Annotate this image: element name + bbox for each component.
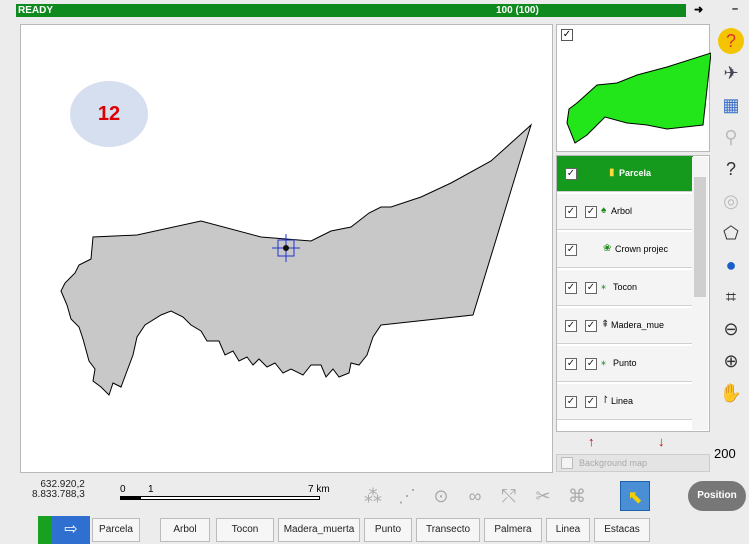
overview-checkbox[interactable]: ✓ <box>561 29 573 41</box>
scale-display: 200 <box>714 446 736 461</box>
layer-active-checkbox[interactable]: ✓ <box>585 358 597 370</box>
identify-icon[interactable]: ? <box>718 156 744 182</box>
tab-tocon[interactable]: Tocon <box>216 518 274 542</box>
layer-visible-checkbox[interactable]: ✓ <box>565 282 577 294</box>
tab-punto[interactable]: Punto <box>364 518 412 542</box>
overview-svg <box>566 52 711 144</box>
pin-icon[interactable]: ⚲ <box>718 124 744 150</box>
polygon-icon[interactable]: ⬠ <box>718 220 744 246</box>
layer-item-tocon[interactable]: ✓ ✓ ⁎ Tocon <box>557 270 693 306</box>
deadwood-icon: ⇞ <box>601 319 610 330</box>
overview-polygon <box>566 52 711 144</box>
move-layer-up-icon[interactable]: ↑ <box>588 434 595 449</box>
tab-madera-muerta[interactable]: Madera_muerta <box>278 518 360 542</box>
right-toolbar: ? ✈ ▦ ⚲ ? ◎ ⬠ ● ⌗ ⊖ ⊕ ✋ <box>716 24 749 479</box>
layer-label: Parcela <box>619 168 652 178</box>
tab-palmera[interactable]: Palmera <box>484 518 542 542</box>
layer-visible-checkbox[interactable]: ✓ <box>565 358 577 370</box>
zoom-out-icon[interactable]: ⊖ <box>718 316 744 342</box>
layer-active-checkbox[interactable]: ✓ <box>585 320 597 332</box>
layers-icon[interactable]: ◎ <box>718 188 744 214</box>
node-tool-icon[interactable]: ⊙ <box>426 481 456 511</box>
layer-label: Madera_mue <box>611 320 665 330</box>
point-icon: ⁎ <box>601 357 606 368</box>
tree-icon: ♠ <box>601 205 607 216</box>
layer-label: Arbol <box>611 206 633 216</box>
layer-active-checkbox[interactable]: ✓ <box>585 282 597 294</box>
calendar-icon[interactable]: ▦ <box>718 92 744 118</box>
count-badge: 12 <box>70 81 148 147</box>
move-layer-down-icon[interactable]: ↓ <box>658 434 665 449</box>
status-progress: READY 100 (100) <box>16 4 686 17</box>
layer-item-punto[interactable]: ✓ ✓ ⁎ Punto <box>557 346 693 382</box>
bottom-toolbar: 632.920,2 8.833.788,3 0 1 7 km ⁂ ⋰ ⊙ ∞ ⤲… <box>0 476 749 514</box>
satellite-icon[interactable]: ✈ <box>718 60 744 86</box>
position-button[interactable]: Position <box>688 481 746 511</box>
globe-icon[interactable]: ● <box>718 252 744 278</box>
parcel-icon: ▮ <box>609 167 615 178</box>
layer-item-madera-muerta[interactable]: ✓ ✓ ⇞ Madera_mue <box>557 308 693 344</box>
split-tool-icon[interactable]: ⤲ <box>494 481 524 511</box>
help-icon[interactable]: ? <box>718 28 744 54</box>
arrow-icon[interactable]: ➜ <box>694 3 703 16</box>
layer-label: Punto <box>613 358 637 368</box>
tab-transecto[interactable]: Transecto <box>416 518 480 542</box>
layer-visible-checkbox[interactable]: ✓ <box>565 320 577 332</box>
layer-panel: ✓ ▮ Parcela ✓ ✓ ♠ Arbol ✓ ❀ Crown projec… <box>556 155 710 432</box>
layer-label: Linea <box>611 396 634 406</box>
parcel-polygon[interactable] <box>60 123 533 396</box>
layer-active-checkbox[interactable]: ✓ <box>585 206 597 218</box>
layer-visible-checkbox[interactable]: ✓ <box>565 206 577 218</box>
scale-label-zero: 0 <box>120 484 126 495</box>
background-map-checkbox[interactable] <box>561 457 573 469</box>
crown-icon: ❀ <box>603 243 612 254</box>
layer-scrollbar[interactable] <box>692 157 708 430</box>
tab-estacas[interactable]: Estacas <box>594 518 650 542</box>
layer-label: Tocon <box>613 282 638 292</box>
stump-icon: ⁎ <box>601 281 606 292</box>
cut-tool-icon[interactable]: ✂ <box>528 481 558 511</box>
scale-label-end: 7 km <box>308 484 330 495</box>
zoom-extent-icon[interactable]: ⌗ <box>718 284 744 310</box>
minimize-icon[interactable]: – <box>732 3 738 15</box>
layer-scrollbar-thumb[interactable] <box>694 177 706 297</box>
tab-linea[interactable]: Linea <box>546 518 590 542</box>
pan-hand-icon[interactable]: ✋ <box>718 380 744 406</box>
status-bar: READY 100 (100) ➜ – <box>0 0 749 19</box>
tab-parcela[interactable]: Parcela <box>92 518 140 542</box>
coordinate-y: 8.833.788,3 <box>32 489 85 500</box>
tab-arbol[interactable]: Arbol <box>160 518 210 542</box>
layer-visible-checkbox[interactable]: ✓ <box>565 168 577 180</box>
link-tool-icon[interactable]: ⋰ <box>392 481 422 511</box>
overview-map[interactable] <box>556 24 711 152</box>
network-tool-icon[interactable]: ⁂ <box>358 481 388 511</box>
scale-bar: 0 1 7 km <box>120 484 350 510</box>
line-icon: ↾ <box>601 395 610 406</box>
background-map-label: Background map <box>579 458 648 468</box>
scale-label-one: 1 <box>148 484 154 495</box>
layer-item-parcela[interactable]: ✓ ▮ Parcela <box>557 156 693 192</box>
layer-visible-checkbox[interactable]: ✓ <box>565 396 577 408</box>
home-arrow-icon[interactable]: ⇨ <box>52 516 90 544</box>
merge-tool-icon[interactable]: ⌘ <box>562 481 592 511</box>
status-count: 100 (100) <box>496 5 539 16</box>
chain-tool-icon[interactable]: ∞ <box>460 481 490 511</box>
count-badge-number: 12 <box>97 103 121 125</box>
map-canvas[interactable]: 12 <box>20 24 553 473</box>
select-arrow-icon[interactable]: ⬉ <box>620 481 650 511</box>
layer-label: Crown projec <box>615 244 669 254</box>
status-text: READY <box>18 5 54 16</box>
scale-bar-graphic <box>120 496 320 500</box>
background-map-toggle[interactable]: Background map <box>556 454 710 472</box>
coordinates-readout: 632.920,2 8.833.788,3 <box>32 480 85 500</box>
zoom-in-icon[interactable]: ⊕ <box>718 348 744 374</box>
layer-visible-checkbox[interactable]: ✓ <box>565 244 577 256</box>
layer-order-arrows: ↑ ↓ <box>556 434 710 452</box>
layer-item-arbol[interactable]: ✓ ✓ ♠ Arbol <box>557 194 693 230</box>
feature-tab-bar: ⇨ Parcela Arbol Tocon Madera_muerta Punt… <box>0 516 749 544</box>
layer-item-crown-projection[interactable]: ✓ ❀ Crown projec <box>557 232 693 268</box>
layer-item-linea[interactable]: ✓ ✓ ↾ Linea <box>557 384 693 420</box>
layer-active-checkbox[interactable]: ✓ <box>585 396 597 408</box>
tab-indicator <box>38 516 52 544</box>
